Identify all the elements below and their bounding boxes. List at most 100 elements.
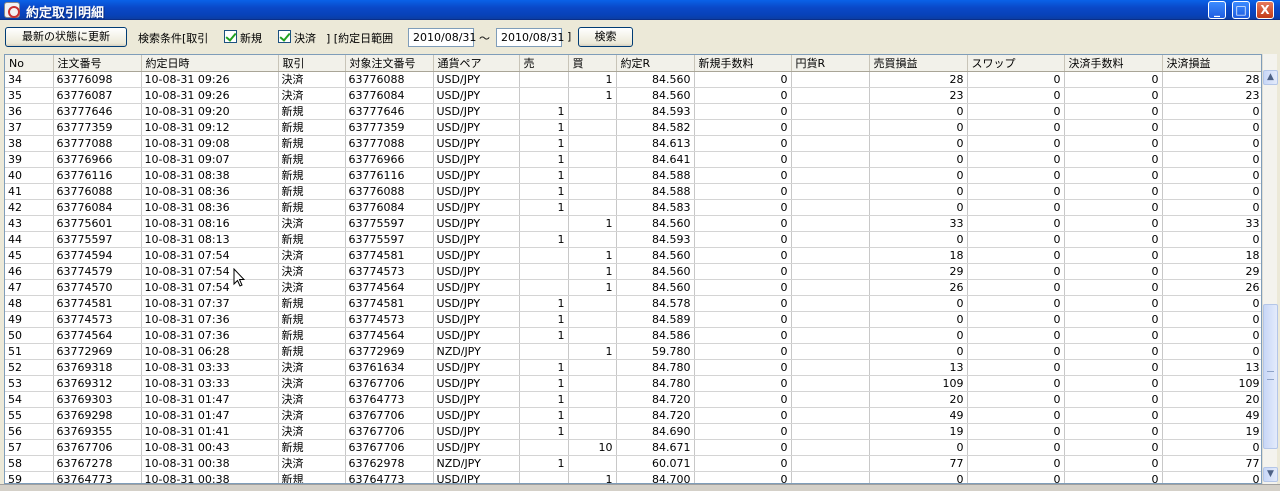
table-row[interactable]: 37 63777359 10-08-31 09:12 新規 63777359 USD/JP… — [5, 119, 1261, 136]
table-row[interactable]: 56 63769355 10-08-31 01:41 決済 63767706 USD/JP… — [5, 423, 1261, 440]
table-cell — [568, 391, 617, 408]
table-cell — [791, 343, 870, 360]
table-cell: 84.780 — [616, 375, 695, 392]
table-row[interactable]: 39 63776966 10-08-31 09:07 新規 63776966 USD/JP… — [5, 151, 1261, 168]
table-row[interactable]: 36 63777646 10-08-31 09:20 新規 63777646 USD/JP… — [5, 103, 1261, 120]
table-row[interactable]: 51 63772969 10-08-31 06:28 新規 63772969 NZD/JP… — [5, 343, 1261, 360]
column-header[interactable]: 円貨R — [791, 55, 870, 72]
table-row[interactable]: 55 63769298 10-08-31 01:47 決済 63767706 USD/JP… — [5, 407, 1261, 424]
column-header[interactable]: スワップ — [967, 55, 1065, 72]
table-row[interactable]: 44 63775597 10-08-31 08:13 新規 63775597 USD/JP… — [5, 231, 1261, 248]
table-cell: 1 — [519, 135, 569, 152]
table-cell: 10-08-31 07:36 — [141, 311, 279, 328]
table-cell: 63769298 — [53, 407, 142, 424]
table-cell: 1 — [519, 407, 569, 424]
table-cell: 0 — [1162, 231, 1261, 248]
table-row[interactable]: 41 63776088 10-08-31 08:36 新規 63776088 USD/JP… — [5, 183, 1261, 200]
table-row[interactable]: 48 63774581 10-08-31 07:37 新規 63774581 USD/JP… — [5, 295, 1261, 312]
table-cell: 28 — [1162, 71, 1261, 88]
table-cell: 1 — [519, 103, 569, 120]
table-row[interactable]: 45 63774594 10-08-31 07:54 決済 63774581 USD/JP… — [5, 247, 1261, 264]
date-from-input[interactable]: 2010/08/31 — [408, 28, 476, 47]
table-cell: 84.560 — [616, 263, 695, 280]
table-row[interactable]: 54 63769303 10-08-31 01:47 決済 63764773 USD/JP… — [5, 391, 1261, 408]
column-header[interactable]: No — [5, 55, 54, 72]
search-button[interactable]: 検索 — [578, 27, 633, 47]
table-row[interactable]: 59 63764773 10-08-31 00:38 新規 63764773 USD/JP… — [5, 471, 1261, 483]
table-cell: 63777088 — [345, 135, 434, 152]
scroll-thumb[interactable] — [1263, 304, 1278, 449]
app-icon[interactable] — [4, 2, 20, 18]
column-header[interactable]: 約定R — [616, 55, 695, 72]
table-row[interactable]: 52 63769318 10-08-31 03:33 決済 63761634 USD/JP… — [5, 359, 1261, 376]
table-cell: 60.071 — [616, 455, 695, 472]
table-cell: 0 — [967, 455, 1065, 472]
table-row[interactable]: 38 63777088 10-08-31 09:08 新規 63777088 USD/JP… — [5, 135, 1261, 152]
table-cell: 0 — [1064, 215, 1163, 232]
table-row[interactable]: 49 63774573 10-08-31 07:36 新規 63774573 USD/JP… — [5, 311, 1261, 328]
table-cell: 新規 — [278, 471, 346, 483]
table-cell: USD/JPY — [433, 327, 520, 344]
column-header[interactable]: 対象注文番号 — [345, 55, 434, 72]
table-cell: 84.560 — [616, 215, 695, 232]
table-cell: USD/JPY — [433, 103, 520, 120]
column-header[interactable]: 売買損益 — [869, 55, 968, 72]
table-cell: 10-08-31 01:47 — [141, 391, 279, 408]
range-close-bracket: ] — [567, 30, 572, 43]
table-row[interactable]: 50 63774564 10-08-31 07:36 新規 63774564 USD/JP… — [5, 327, 1261, 344]
table-cell: 63764773 — [345, 391, 434, 408]
table-row[interactable]: 57 63767706 10-08-31 00:43 新規 63767706 USD/JP… — [5, 439, 1261, 456]
table-cell: 10-08-31 07:54 — [141, 247, 279, 264]
table-cell: 38 — [5, 135, 54, 152]
column-header[interactable]: 注文番号 — [53, 55, 142, 72]
minimize-button[interactable]: _ — [1208, 1, 1226, 19]
refresh-button[interactable]: 最新の状態に更新 — [5, 27, 127, 47]
table-cell: 19 — [869, 423, 968, 440]
table-cell: USD/JPY — [433, 375, 520, 392]
table-row[interactable]: 43 63775601 10-08-31 08:16 決済 63775597 USD/JP… — [5, 215, 1261, 232]
table-cell: 63769355 — [53, 423, 142, 440]
column-header[interactable]: 決済損益 — [1162, 55, 1261, 72]
table-row[interactable]: 35 63776087 10-08-31 09:26 決済 63776084 USD/JP… — [5, 87, 1261, 104]
table-cell: 0 — [967, 279, 1065, 296]
column-header[interactable]: 買 — [568, 55, 617, 72]
table-cell: 0 — [694, 263, 792, 280]
table-cell: 63777088 — [53, 135, 142, 152]
column-header[interactable]: 売 — [519, 55, 569, 72]
column-header[interactable]: 通貨ペア — [433, 55, 520, 72]
table-row[interactable]: 47 63774570 10-08-31 07:54 決済 63774564 USD/JP… — [5, 279, 1261, 296]
scroll-down-arrow-icon[interactable]: ▼ — [1263, 467, 1278, 482]
table-row[interactable]: 40 63776116 10-08-31 08:38 新規 63776116 USD/JP… — [5, 167, 1261, 184]
table-cell: 29 — [869, 263, 968, 280]
table-cell: 54 — [5, 391, 54, 408]
table-row[interactable]: 42 63776084 10-08-31 08:36 新規 63776084 USD/JP… — [5, 199, 1261, 216]
close-button[interactable]: X — [1256, 1, 1274, 19]
date-to-input[interactable]: 2010/08/31 — [496, 28, 564, 47]
column-header[interactable]: 決済手数料 — [1064, 55, 1163, 72]
table-cell: 0 — [869, 151, 968, 168]
table-cell: 56 — [5, 423, 54, 440]
table-cell: 0 — [967, 71, 1065, 88]
settle-checkbox[interactable] — [278, 30, 291, 43]
table-cell: 63764773 — [345, 471, 434, 483]
column-header[interactable]: 新規手数料 — [694, 55, 792, 72]
scroll-up-arrow-icon[interactable]: ▲ — [1263, 70, 1278, 85]
table-cell: 0 — [869, 167, 968, 184]
table-cell — [519, 87, 569, 104]
new-checkbox[interactable] — [224, 30, 237, 43]
maximize-button[interactable]: □ — [1232, 1, 1250, 19]
vertical-scrollbar[interactable]: ▲ ▼ — [1262, 54, 1278, 484]
table-cell — [519, 439, 569, 456]
table-cell: 0 — [694, 247, 792, 264]
column-header[interactable]: 取引 — [278, 55, 346, 72]
table-cell: 0 — [1064, 103, 1163, 120]
column-header[interactable]: 約定日時 — [141, 55, 279, 72]
table-row[interactable]: 34 63776098 10-08-31 09:26 決済 63776088 USD/JP… — [5, 71, 1261, 88]
table-row[interactable]: 46 63774579 10-08-31 07:54 決済 63774573 USD/JP… — [5, 263, 1261, 280]
table-cell: 0 — [967, 263, 1065, 280]
table-cell: USD/JPY — [433, 471, 520, 483]
table-row[interactable]: 58 63767278 10-08-31 00:38 決済 63762978 NZD/JP… — [5, 455, 1261, 472]
table-cell: 10-08-31 07:36 — [141, 327, 279, 344]
table-cell: 10-08-31 09:26 — [141, 87, 279, 104]
table-row[interactable]: 53 63769312 10-08-31 03:33 決済 63767706 USD/JP… — [5, 375, 1261, 392]
